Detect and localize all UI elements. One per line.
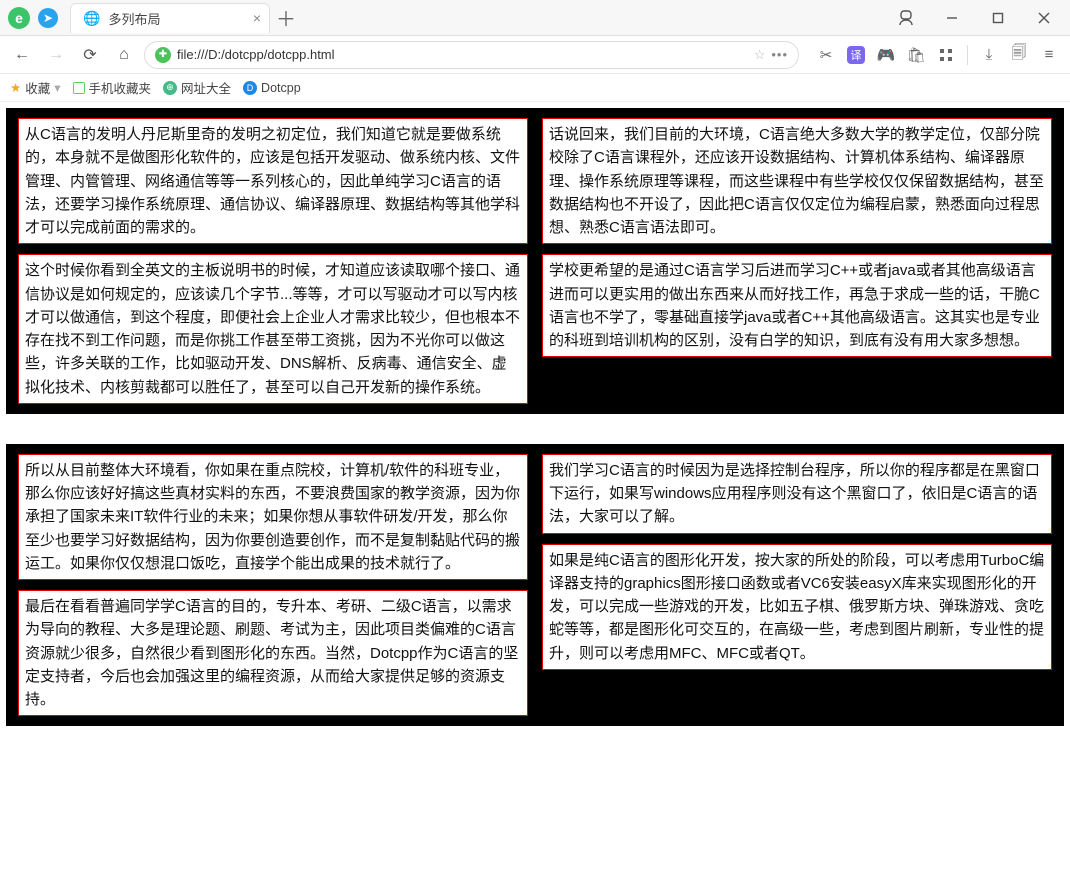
text-box: 学校更希望的是通过C语言学习后进而学习C++或者java或者其他高级语言进而可以… [542, 254, 1052, 357]
shopping-icon[interactable]: 🛍 [903, 42, 929, 68]
section-2-left-column: 所以从目前整体大环境看，你如果在重点院校，计算机/软件的科班专业，那么你应该好好… [18, 454, 528, 717]
close-icon [1038, 12, 1050, 24]
person-icon [898, 10, 914, 26]
address-text: file:///D:/dotcpp/dotcpp.html [177, 47, 748, 62]
bookmark-sites[interactable]: ⊕ 网址大全 [163, 78, 231, 97]
section-2: 所以从目前整体大环境看，你如果在重点院校，计算机/软件的科班专业，那么你应该好好… [6, 444, 1064, 727]
menu-icon[interactable]: ≡ [1036, 42, 1062, 68]
text-box: 话说回来，我们目前的大环境，C语言绝大多数大学的教学定位，仅部分院校除了C语言课… [542, 118, 1052, 244]
bookmarks-bar: ★ 收藏 ▾ 手机收藏夹 ⊕ 网址大全 D Dotcpp [0, 74, 1070, 102]
lock-icon: ✚ [155, 47, 171, 63]
bookmark-label: 收藏 [25, 78, 50, 97]
titlebar: e ➤ 🌐 多列布局 × ＋ [0, 0, 1070, 36]
text-box: 这个时候你看到全英文的主板说明书的时候，才知道应该读取哪个接口、通信协议是如何规… [18, 254, 528, 404]
bookmark-mobile[interactable]: 手机收藏夹 [73, 78, 152, 97]
window-minimize-button[interactable] [930, 0, 974, 36]
grid-svg-icon [939, 48, 953, 62]
translate-icon[interactable]: 译 [843, 42, 869, 68]
home-button[interactable]: ⌂ [110, 41, 138, 69]
back-button[interactable]: ← [8, 41, 36, 69]
telegram-icon[interactable]: ➤ [38, 8, 58, 28]
new-tab-button[interactable]: ＋ [276, 3, 296, 32]
grid-icon[interactable] [933, 42, 959, 68]
globe-icon: ⊕ [163, 81, 177, 95]
scissors-icon[interactable]: ✂ [813, 42, 839, 68]
forward-button[interactable]: → [42, 41, 70, 69]
divider [967, 45, 968, 65]
phone-icon [73, 82, 85, 94]
toolbar: ← → ⟳ ⌂ ✚ file:///D:/dotcpp/dotcpp.html … [0, 36, 1070, 74]
address-bar[interactable]: ✚ file:///D:/dotcpp/dotcpp.html ☆ ••• [144, 41, 799, 69]
account-icon[interactable] [884, 0, 928, 36]
window-close-button[interactable] [1022, 0, 1066, 36]
text-box: 所以从目前整体大环境看，你如果在重点院校，计算机/软件的科班专业，那么你应该好好… [18, 454, 528, 580]
section-1-left-column: 从C语言的发明人丹尼斯里奇的发明之初定位，我们知道它就是要做系统的，本身就不是做… [18, 118, 528, 404]
bookmark-label: Dotcpp [261, 81, 301, 95]
text-box: 最后在看看普遍同学学C语言的目的，专升本、考研、二级C语言，以需求为导向的教程、… [18, 590, 528, 716]
tab-title: 多列布局 [108, 9, 160, 28]
more-icon[interactable]: ••• [771, 47, 788, 62]
bookmark-label: 手机收藏夹 [89, 78, 152, 97]
window-maximize-button[interactable] [976, 0, 1020, 36]
text-box: 我们学习C语言的时候因为是选择控制台程序，所以你的程序都是在黑窗口下运行，如果写… [542, 454, 1052, 534]
minimize-icon [946, 12, 958, 24]
maximize-icon [992, 12, 1004, 24]
tab-active[interactable]: 🌐 多列布局 × [70, 3, 270, 33]
page-viewport: 从C语言的发明人丹尼斯里奇的发明之初定位，我们知道它就是要做系统的，本身就不是做… [0, 102, 1070, 762]
bookmark-dotcpp[interactable]: D Dotcpp [243, 81, 301, 95]
star-icon[interactable]: ☆ [754, 47, 766, 63]
game-icon[interactable]: 🎮 [873, 42, 899, 68]
section-1: 从C语言的发明人丹尼斯里奇的发明之初定位，我们知道它就是要做系统的，本身就不是做… [6, 108, 1064, 414]
page-icon[interactable]: 🗐 [1006, 42, 1032, 68]
section-1-right-column: 话说回来，我们目前的大环境，C语言绝大多数大学的教学定位，仅部分院校除了C语言课… [542, 118, 1052, 404]
bookmark-favorites[interactable]: ★ 收藏 ▾ [10, 78, 61, 97]
section-2-right-column: 我们学习C语言的时候因为是选择控制台程序，所以你的程序都是在黑窗口下运行，如果写… [542, 454, 1052, 717]
bookmark-label: 网址大全 [181, 78, 231, 97]
browser-logo-icon: e [8, 7, 30, 29]
globe-icon: 🌐 [83, 10, 100, 27]
download-icon[interactable]: ⤓ [976, 42, 1002, 68]
close-tab-icon[interactable]: × [253, 10, 261, 26]
reload-button[interactable]: ⟳ [76, 41, 104, 69]
text-box: 从C语言的发明人丹尼斯里奇的发明之初定位，我们知道它就是要做系统的，本身就不是做… [18, 118, 528, 244]
text-box: 如果是纯C语言的图形化开发，按大家的所处的阶段，可以考虑用TurboC编译器支持… [542, 544, 1052, 670]
star-icon: ★ [10, 80, 21, 95]
dot-icon: D [243, 81, 257, 95]
